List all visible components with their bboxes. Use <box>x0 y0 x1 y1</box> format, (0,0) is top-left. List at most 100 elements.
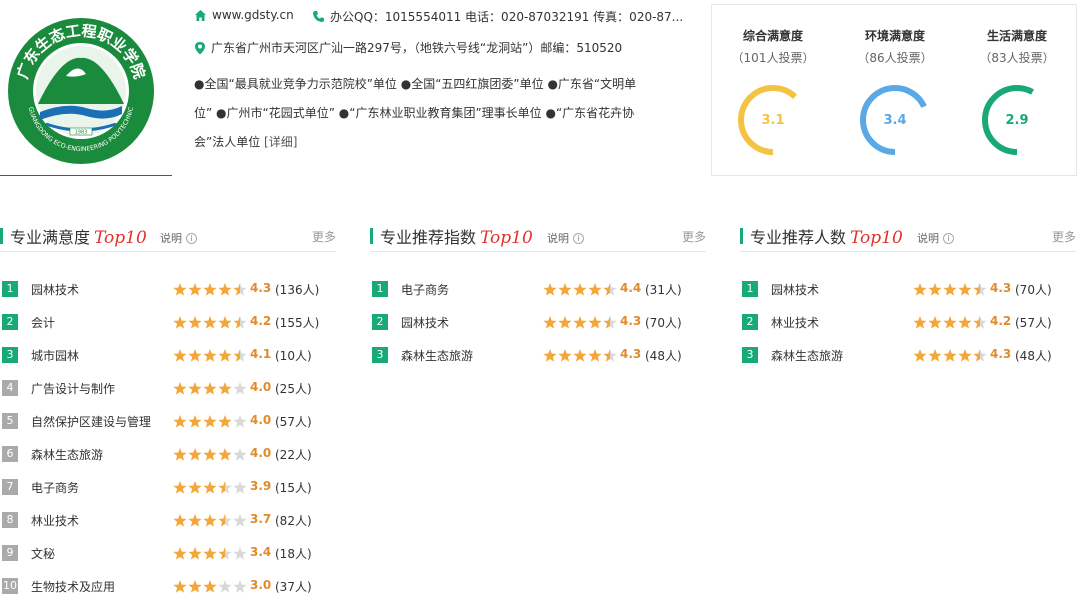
star-icon <box>973 283 987 296</box>
major-name[interactable]: 生物技术及应用 <box>31 578 115 595</box>
star-icon <box>173 580 187 593</box>
ranking-row[interactable]: 8 林业技术 3.7 (82人) <box>0 511 336 531</box>
rating-score: 4.0 <box>250 413 272 427</box>
satisfaction-votes: （101人投票） <box>731 51 815 65</box>
rating-count: (136人) <box>275 283 320 297</box>
star-icon <box>588 316 602 329</box>
satisfaction-item: 生活满意度 （83人投票） 2.9 <box>956 5 1078 175</box>
rating-count: (57人) <box>275 415 312 429</box>
major-name[interactable]: 广告设计与制作 <box>31 380 115 397</box>
rank-badge: 1 <box>742 281 758 297</box>
star-icon <box>218 349 232 362</box>
rating-stars-box <box>173 480 247 494</box>
major-name[interactable]: 森林生态旅游 <box>401 347 473 364</box>
major-name[interactable]: 会计 <box>31 314 55 331</box>
rating-stars-box <box>913 348 987 362</box>
major-name[interactable]: 林业技术 <box>31 512 79 529</box>
satisfaction-votes: （86人投票） <box>857 51 933 65</box>
star-icon <box>558 283 572 296</box>
rating-score: 4.2 <box>990 314 1012 328</box>
star-icon <box>233 415 247 428</box>
ranking-row[interactable]: 7 电子商务 3.9 (15人) <box>0 478 336 498</box>
rating-count: (48人) <box>645 349 682 363</box>
major-name[interactable]: 自然保护区建设与管理 <box>31 413 151 430</box>
ranking-row[interactable]: 1 园林技术 4.3 (136人) <box>0 280 336 300</box>
rating-stars-box <box>173 447 247 461</box>
major-name[interactable]: 电子商务 <box>31 479 79 496</box>
rating-stars <box>173 382 247 395</box>
star-icon <box>928 349 942 362</box>
rank-badge: 8 <box>2 512 18 528</box>
explain-link[interactable]: 说明 i <box>917 230 954 246</box>
panel-title: 专业满意度 Top10 <box>10 224 147 248</box>
rank-badge: 10 <box>2 578 18 594</box>
ranking-row[interactable]: 3 森林生态旅游 4.3 (48人) <box>370 346 706 366</box>
rating-count: (15人) <box>275 481 312 495</box>
major-name[interactable]: 文秘 <box>31 545 55 562</box>
rating-stars <box>543 283 617 296</box>
honors-line-2: 位” ●广州市“花园式单位” ●“广东林业职业教育集团”理事长单位 ●“广东省花… <box>194 106 635 120</box>
explain-link[interactable]: 说明 i <box>160 230 197 246</box>
major-name[interactable]: 园林技术 <box>31 281 79 298</box>
star-icon <box>203 580 217 593</box>
more-link[interactable]: 更多 <box>682 228 706 245</box>
rating-count: (22人) <box>275 448 312 462</box>
major-name[interactable]: 园林技术 <box>401 314 449 331</box>
ranking-panel: 专业推荐人数 Top10 说明 i 更多 1 园林技术 4.3 (70人) 2 林业技术 4.2 (57… <box>740 222 1076 363</box>
star-icon <box>188 382 202 395</box>
satisfaction-item: 综合满意度 （101人投票） 3.1 <box>712 5 834 175</box>
ranking-row[interactable]: 9 文秘 3.4 (18人) <box>0 544 336 564</box>
phone-icon <box>312 10 325 23</box>
star-icon <box>218 580 232 593</box>
star-icon <box>573 316 587 329</box>
star-icon <box>203 514 217 527</box>
website-link[interactable]: www.gdsty.cn <box>212 8 294 22</box>
major-name[interactable]: 电子商务 <box>401 281 449 298</box>
star-icon <box>943 349 957 362</box>
ranking-row[interactable]: 2 会计 4.2 (155人) <box>0 313 336 333</box>
ranking-row[interactable]: 2 园林技术 4.3 (70人) <box>370 313 706 333</box>
star-icon <box>558 349 572 362</box>
ranking-row[interactable]: 10 生物技术及应用 3.0 (37人) <box>0 577 336 597</box>
rank-badge: 1 <box>2 281 18 297</box>
rank-badge: 1 <box>372 281 388 297</box>
rating-score: 4.3 <box>620 314 642 328</box>
rating-stars <box>543 349 617 362</box>
ranking-row[interactable]: 3 森林生态旅游 4.3 (48人) <box>740 346 1076 366</box>
ranking-row[interactable]: 1 园林技术 4.3 (70人) <box>740 280 1076 300</box>
honors-detail-link[interactable]: [详细] <box>264 135 297 149</box>
star-icon <box>173 382 187 395</box>
rank-badge: 3 <box>2 347 18 363</box>
rank-badge: 2 <box>742 314 758 330</box>
major-name[interactable]: 森林生态旅游 <box>771 347 843 364</box>
major-name[interactable]: 园林技术 <box>771 281 819 298</box>
star-icon <box>973 316 987 329</box>
panel-accent-bar <box>0 228 3 244</box>
more-link[interactable]: 更多 <box>312 228 336 245</box>
rating-count: (25人) <box>275 382 312 396</box>
explain-link[interactable]: 说明 i <box>547 230 584 246</box>
major-name[interactable]: 林业技术 <box>771 314 819 331</box>
rating-stars <box>173 316 247 329</box>
star-icon <box>188 316 202 329</box>
star-icon <box>203 283 217 296</box>
ranking-row[interactable]: 6 森林生态旅游 4.0 (22人) <box>0 445 336 465</box>
major-name[interactable]: 森林生态旅游 <box>31 446 103 463</box>
ranking-row[interactable]: 4 广告设计与制作 4.0 (25人) <box>0 379 336 399</box>
rank-badge: 7 <box>2 479 18 495</box>
star-icon <box>233 349 247 362</box>
star-icon <box>173 547 187 560</box>
panel-title: 专业推荐指数 Top10 <box>380 224 533 248</box>
ranking-row[interactable]: 3 城市园林 4.1 (10人) <box>0 346 336 366</box>
info-icon: i <box>573 232 584 244</box>
school-logo-box: 1983 广东生态工程职业学院 GUANGDONG ECO-ENGINEERIN… <box>0 0 172 176</box>
info-icon: i <box>186 232 197 244</box>
ranking-row[interactable]: 1 电子商务 4.4 (31人) <box>370 280 706 300</box>
rating-stars <box>173 514 247 527</box>
ranking-row[interactable]: 2 林业技术 4.2 (57人) <box>740 313 1076 333</box>
ranking-row[interactable]: 5 自然保护区建设与管理 4.0 (57人) <box>0 412 336 432</box>
more-link[interactable]: 更多 <box>1052 228 1076 245</box>
rank-badge: 2 <box>372 314 388 330</box>
major-name[interactable]: 城市园林 <box>31 347 79 364</box>
rating-count: (37人) <box>275 580 312 594</box>
